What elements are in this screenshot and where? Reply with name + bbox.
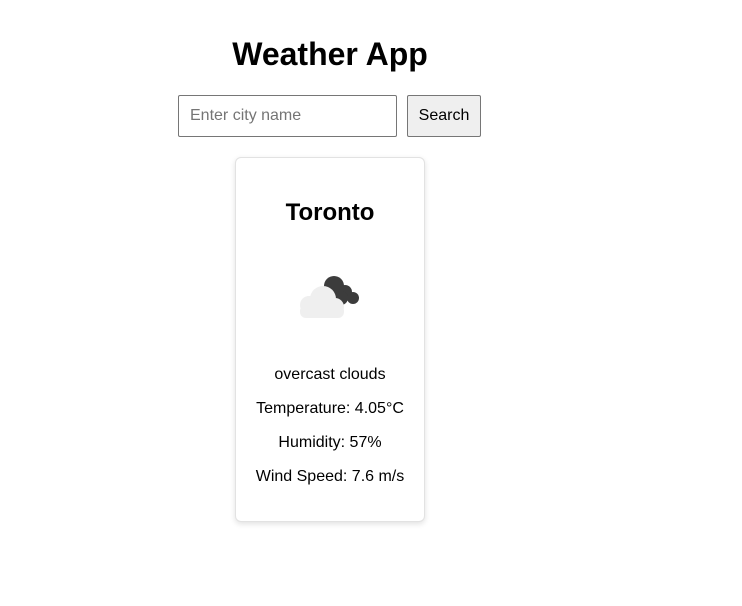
weather-app: Weather App Search Toronto overcast clou… xyxy=(0,0,742,606)
humidity-text: Humidity: 57% xyxy=(278,434,382,451)
weather-description: overcast clouds xyxy=(274,366,386,383)
wind-speed-text: Wind Speed: 7.6 m/s xyxy=(255,468,405,485)
search-button[interactable]: Search xyxy=(407,95,481,137)
temperature-text: Temperature: 4.05°C xyxy=(256,400,404,417)
overcast-clouds-icon xyxy=(300,276,359,318)
city-search-input[interactable] xyxy=(178,95,397,137)
weather-card: Toronto overcast clouds Temperature: 4.0… xyxy=(235,157,425,522)
city-name: Toronto xyxy=(285,199,375,226)
page-title: Weather App xyxy=(232,36,428,72)
